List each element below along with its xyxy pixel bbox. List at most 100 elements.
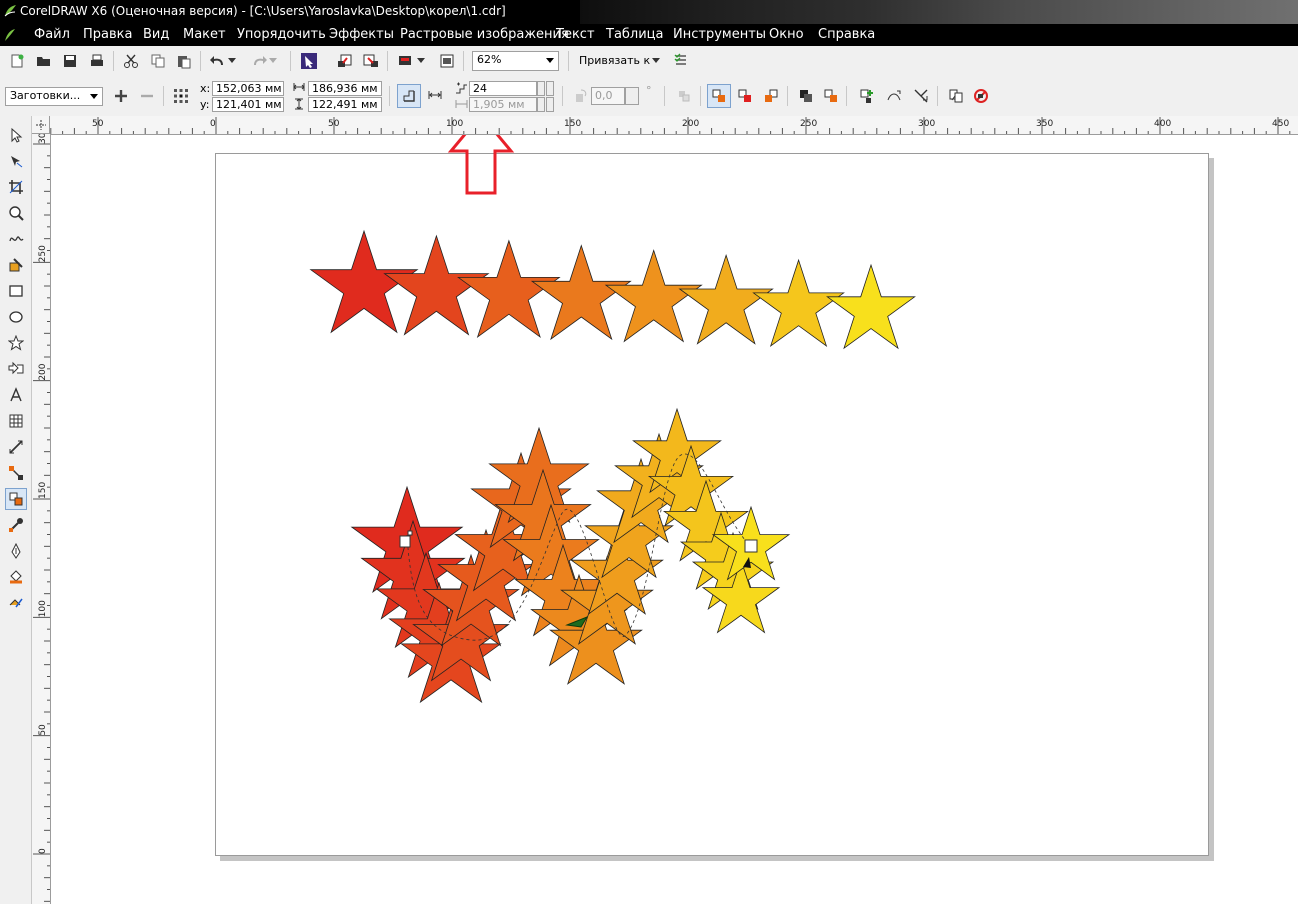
- new-document-icon[interactable]: [6, 50, 28, 72]
- application-launcher-icon[interactable]: [394, 50, 416, 72]
- add-preset-icon[interactable]: [110, 85, 132, 107]
- text-tool-icon[interactable]: [5, 384, 27, 406]
- menu-file[interactable]: Файл: [34, 27, 70, 42]
- clockwise-blend-icon[interactable]: [734, 85, 756, 107]
- separator: [937, 86, 938, 106]
- undo-dropdown-icon[interactable]: [227, 50, 237, 72]
- steps-spinner-alt[interactable]: [546, 81, 554, 96]
- search-content-icon[interactable]: [298, 50, 320, 72]
- shape-tool-icon[interactable]: [5, 150, 27, 172]
- copy-blend-properties-icon[interactable]: [945, 85, 967, 107]
- eyedropper-tool-icon[interactable]: [5, 514, 27, 536]
- height-icon: [293, 98, 305, 113]
- remove-preset-icon[interactable]: [136, 85, 158, 107]
- y-position-field[interactable]: 121,401 мм: [212, 97, 284, 112]
- print-icon[interactable]: [86, 50, 108, 72]
- zoom-tool-icon[interactable]: [5, 202, 27, 224]
- ellipse-tool-icon[interactable]: [5, 306, 27, 328]
- undo-icon[interactable]: [207, 50, 229, 72]
- horizontal-ruler[interactable]: 50 0 50 100 150 200 250 300 350 400 450: [50, 116, 1298, 135]
- pick-tool-icon[interactable]: [5, 124, 27, 146]
- rectangle-tool-icon[interactable]: [5, 280, 27, 302]
- path-properties-icon[interactable]: [883, 85, 905, 107]
- smart-fill-tool-icon[interactable]: [5, 254, 27, 276]
- ruler-label: 200: [682, 119, 699, 129]
- welcome-screen-icon[interactable]: [436, 50, 458, 72]
- loop-blend-icon[interactable]: [673, 85, 695, 107]
- menu-view[interactable]: Вид: [143, 27, 169, 42]
- cut-icon[interactable]: [120, 50, 142, 72]
- blend-spacing-field[interactable]: 1,905 мм: [469, 97, 537, 112]
- vertical-ruler[interactable]: 300 250 200 150 100 50 0: [32, 134, 51, 904]
- ruler-origin[interactable]: [32, 116, 50, 134]
- ruler-label: 50: [38, 724, 48, 736]
- separator: [846, 86, 847, 106]
- more-blend-options-icon[interactable]: [910, 85, 932, 107]
- fill-tool-icon[interactable]: [5, 566, 27, 588]
- presets-dropdown[interactable]: Заготовки...: [5, 87, 103, 106]
- document-icon[interactable]: [4, 28, 16, 42]
- menu-layout[interactable]: Макет: [183, 27, 226, 42]
- export-icon[interactable]: [360, 50, 382, 72]
- basic-shapes-tool-icon[interactable]: [5, 358, 27, 380]
- interactive-fill-tool-icon[interactable]: [5, 592, 27, 614]
- height-field[interactable]: 122,491 мм: [308, 97, 382, 112]
- blend-spacing-mode-icon[interactable]: [424, 84, 446, 106]
- menu-tools[interactable]: Инструменты: [673, 27, 766, 42]
- freehand-tool-icon[interactable]: [5, 228, 27, 250]
- redo-icon[interactable]: [248, 50, 270, 72]
- outline-pen-tool-icon[interactable]: [5, 540, 27, 562]
- width-icon: [293, 81, 305, 96]
- crop-tool-icon[interactable]: [5, 176, 27, 198]
- counterclockwise-blend-icon[interactable]: [760, 85, 782, 107]
- clear-blend-icon[interactable]: [970, 85, 992, 107]
- menu-window[interactable]: Окно: [769, 27, 804, 42]
- zoom-level-dropdown[interactable]: 62%: [472, 51, 559, 71]
- width-field[interactable]: 186,936 мм: [308, 81, 382, 96]
- steps-spinner[interactable]: [537, 81, 545, 96]
- steps-icon: [455, 81, 468, 97]
- blend-steps-mode-icon[interactable]: [397, 84, 421, 108]
- menu-edit[interactable]: Правка: [83, 27, 132, 42]
- ruler-label: 0: [210, 119, 216, 129]
- ruler-label: 0: [38, 848, 48, 854]
- blend-direction-icon[interactable]: [570, 85, 592, 107]
- connector-tool-icon[interactable]: [5, 462, 27, 484]
- spacing-spinner[interactable]: [537, 97, 545, 112]
- direction-spinner[interactable]: [625, 87, 639, 105]
- spacing-spinner-alt[interactable]: [546, 97, 554, 112]
- separator: [664, 86, 665, 106]
- open-icon[interactable]: [33, 50, 55, 72]
- polygon-tool-icon[interactable]: [5, 332, 27, 354]
- blend-acceleration-icon[interactable]: [820, 85, 842, 107]
- x-position-field[interactable]: 152,063 мм: [212, 81, 284, 96]
- interactive-blend-tool-icon[interactable]: [5, 488, 27, 510]
- object-color-acceleration-icon[interactable]: [795, 85, 817, 107]
- chevron-down-icon: [90, 94, 98, 99]
- menu-arrange[interactable]: Упорядочить: [237, 27, 326, 42]
- start-end-properties-icon[interactable]: [856, 85, 878, 107]
- snap-dropdown-icon[interactable]: [651, 50, 661, 72]
- menu-table[interactable]: Таблица: [606, 27, 664, 42]
- blend-steps-field[interactable]: 24: [469, 81, 537, 96]
- table-tool-icon[interactable]: [5, 410, 27, 432]
- blend-artwork[interactable]: [51, 135, 1298, 904]
- blend-direction-field[interactable]: 0,0: [591, 87, 625, 105]
- drawing-canvas[interactable]: [51, 135, 1298, 904]
- paste-icon[interactable]: [173, 50, 195, 72]
- snap-to-label[interactable]: Привязать к: [579, 54, 650, 67]
- dimension-tool-icon[interactable]: [5, 436, 27, 458]
- options-icon[interactable]: [670, 50, 692, 72]
- separator: [562, 86, 563, 106]
- import-icon[interactable]: [334, 50, 356, 72]
- direct-blend-icon[interactable]: [707, 84, 731, 108]
- menu-help[interactable]: Справка: [818, 27, 875, 42]
- menu-bitmaps[interactable]: Растровые изображения: [400, 27, 569, 42]
- menu-effects[interactable]: Эффекты: [329, 27, 394, 42]
- redo-dropdown-icon[interactable]: [268, 50, 278, 72]
- menu-text[interactable]: Текст: [556, 27, 595, 42]
- launcher-dropdown-icon[interactable]: [416, 50, 426, 72]
- save-icon[interactable]: [59, 50, 81, 72]
- copy-icon[interactable]: [147, 50, 169, 72]
- object-origin-icon[interactable]: [170, 85, 192, 107]
